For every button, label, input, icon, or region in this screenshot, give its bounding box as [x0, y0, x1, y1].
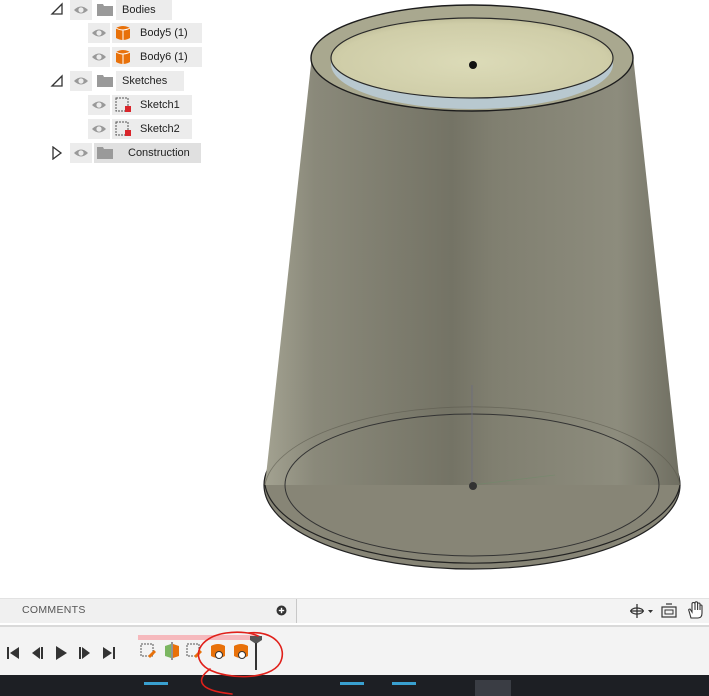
body-feature-icon[interactable] — [231, 641, 251, 661]
go-to-start-icon[interactable] — [4, 645, 22, 661]
taskbar-app-indicator[interactable] — [144, 682, 168, 685]
taskbar-app-indicator[interactable] — [392, 682, 416, 685]
eye-icon[interactable] — [88, 119, 110, 139]
comments-label: COMMENTS — [22, 604, 86, 616]
collapsed-icon[interactable] — [50, 146, 64, 160]
taskbar-app-indicator[interactable] — [340, 682, 364, 685]
browser-item-bodies[interactable]: Bodies — [116, 0, 172, 20]
eye-icon[interactable] — [70, 0, 92, 20]
body-icon — [112, 47, 134, 67]
eye-icon[interactable] — [88, 95, 110, 115]
navigation-toolbar — [624, 599, 709, 623]
sketch-feature-icon[interactable] — [185, 641, 205, 661]
comments-panel[interactable]: COMMENTS — [0, 599, 297, 623]
split-body-icon[interactable] — [162, 641, 182, 661]
folder-icon — [94, 143, 116, 163]
play-icon[interactable] — [52, 645, 70, 661]
body-icon — [112, 23, 134, 43]
go-to-end-icon[interactable] — [100, 645, 118, 661]
browser-item-body5[interactable]: Body5 (1) — [134, 23, 202, 43]
sketch-icon — [112, 119, 134, 139]
eye-icon[interactable] — [70, 71, 92, 91]
sketch-feature-icon[interactable] — [139, 641, 159, 661]
browser-item-sketch2[interactable]: Sketch2 — [134, 119, 192, 139]
look-at-icon[interactable] — [660, 602, 678, 620]
sketch-icon — [112, 95, 134, 115]
taskbar — [0, 675, 709, 696]
pan-icon[interactable] — [686, 601, 704, 620]
browser-item-sketch1[interactable]: Sketch1 — [134, 95, 192, 115]
browser-item-sketches[interactable]: Sketches — [116, 71, 184, 91]
add-comment-icon[interactable] — [276, 605, 287, 616]
timeline-track[interactable] — [138, 635, 260, 640]
timeline-marker[interactable] — [249, 635, 263, 671]
comments-bar: COMMENTS — [0, 598, 709, 623]
canvas-viewport[interactable]: Bodies Body5 (1) Body6 (1) Sketches Sket… — [0, 0, 709, 598]
browser-item-construction[interactable]: Construction — [116, 143, 201, 163]
folder-icon — [94, 0, 116, 20]
eye-icon[interactable] — [88, 47, 110, 67]
step-back-icon[interactable] — [28, 645, 46, 661]
taskbar-app-active[interactable] — [475, 680, 511, 696]
orbit-icon[interactable] — [628, 602, 654, 620]
folder-icon — [94, 71, 116, 91]
expanded-icon[interactable] — [50, 2, 64, 16]
timeline — [0, 625, 709, 677]
eye-icon[interactable] — [70, 143, 92, 163]
expanded-icon[interactable] — [50, 74, 64, 88]
body-feature-icon[interactable] — [208, 641, 228, 661]
browser-item-body6[interactable]: Body6 (1) — [134, 47, 202, 67]
step-forward-icon[interactable] — [76, 645, 94, 661]
eye-icon[interactable] — [88, 23, 110, 43]
